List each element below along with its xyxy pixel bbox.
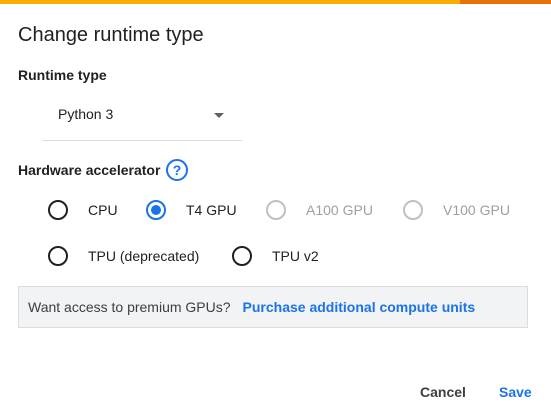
radio-v100-gpu: V100 GPU xyxy=(403,196,510,224)
top-progress-bar xyxy=(0,0,551,4)
radio-label-v100-gpu: V100 GPU xyxy=(443,202,510,218)
radio-t4-gpu[interactable]: T4 GPU xyxy=(136,190,237,230)
purchase-compute-units-link[interactable]: Purchase additional compute units xyxy=(243,299,476,315)
radio-circle-disabled-icon xyxy=(403,200,423,220)
runtime-type-value: Python 3 xyxy=(58,106,114,122)
runtime-type-label: Runtime type xyxy=(18,67,107,83)
radio-cpu[interactable]: CPU xyxy=(48,196,118,224)
radio-label-t4-gpu: T4 GPU xyxy=(186,202,237,218)
radio-label-a100-gpu: A100 GPU xyxy=(306,202,373,218)
save-button[interactable]: Save xyxy=(499,384,532,400)
top-bar-segment-secondary xyxy=(460,0,551,4)
radio-label-cpu: CPU xyxy=(88,202,118,218)
radio-circle-icon xyxy=(232,246,252,266)
help-question-icon[interactable]: ? xyxy=(166,159,188,181)
runtime-type-select[interactable]: Python 3 xyxy=(42,96,242,141)
premium-gpu-text: Want access to premium GPUs? xyxy=(28,299,231,315)
change-runtime-dialog: Change runtime type Runtime type Python … xyxy=(0,0,551,418)
cancel-button[interactable]: Cancel xyxy=(420,384,466,400)
radio-label-tpu-deprecated: TPU (deprecated) xyxy=(88,248,200,264)
radio-dot-icon xyxy=(151,205,161,215)
radio-circle-disabled-icon xyxy=(266,200,286,220)
dialog-title: Change runtime type xyxy=(18,24,204,46)
radio-tpu-deprecated[interactable]: TPU (deprecated) xyxy=(48,242,199,270)
radio-circle-checked-icon xyxy=(136,190,176,230)
radio-tpu-v2[interactable]: TPU v2 xyxy=(232,242,319,270)
radio-circle-icon xyxy=(48,200,68,220)
hardware-accelerator-label: Hardware accelerator xyxy=(18,162,161,178)
top-bar-segment-primary xyxy=(0,0,460,4)
radio-circle-icon xyxy=(48,246,68,266)
dropdown-caret-icon xyxy=(214,113,224,118)
premium-gpu-banner: Want access to premium GPUs? Purchase ad… xyxy=(18,286,528,328)
radio-label-tpu-v2: TPU v2 xyxy=(272,248,319,264)
radio-a100-gpu: A100 GPU xyxy=(266,196,373,224)
